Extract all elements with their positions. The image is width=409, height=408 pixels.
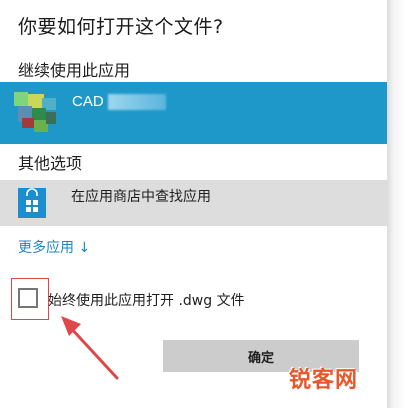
current-app-option[interactable]: CAD	[0, 82, 387, 144]
open-with-dialog: 你要如何打开这个文件? 继续使用此应用 CAD 其他选项 在应用商店中查找应用 …	[0, 0, 387, 408]
store-option-label: 在应用商店中查找应用	[71, 189, 211, 205]
continue-section-label: 继续使用此应用	[18, 61, 131, 80]
watermark-logo: 锐客网	[289, 368, 359, 393]
always-use-checkbox[interactable]	[18, 288, 38, 308]
more-apps-link[interactable]: 更多应用 ↓	[18, 237, 90, 257]
annotation-arrow-icon	[61, 316, 119, 380]
dialog-title: 你要如何打开这个文件?	[18, 16, 224, 38]
other-options-label: 其他选项	[18, 154, 83, 173]
always-use-label: 始终使用此应用打开 .dwg 文件	[48, 293, 245, 309]
redacted-app-name	[108, 94, 166, 110]
cad-app-icon	[14, 92, 56, 132]
store-bag-icon	[18, 188, 46, 218]
find-app-in-store-option[interactable]: 在应用商店中查找应用	[0, 180, 387, 226]
dialog-shadow	[387, 0, 409, 408]
current-app-name: CAD	[72, 93, 104, 110]
